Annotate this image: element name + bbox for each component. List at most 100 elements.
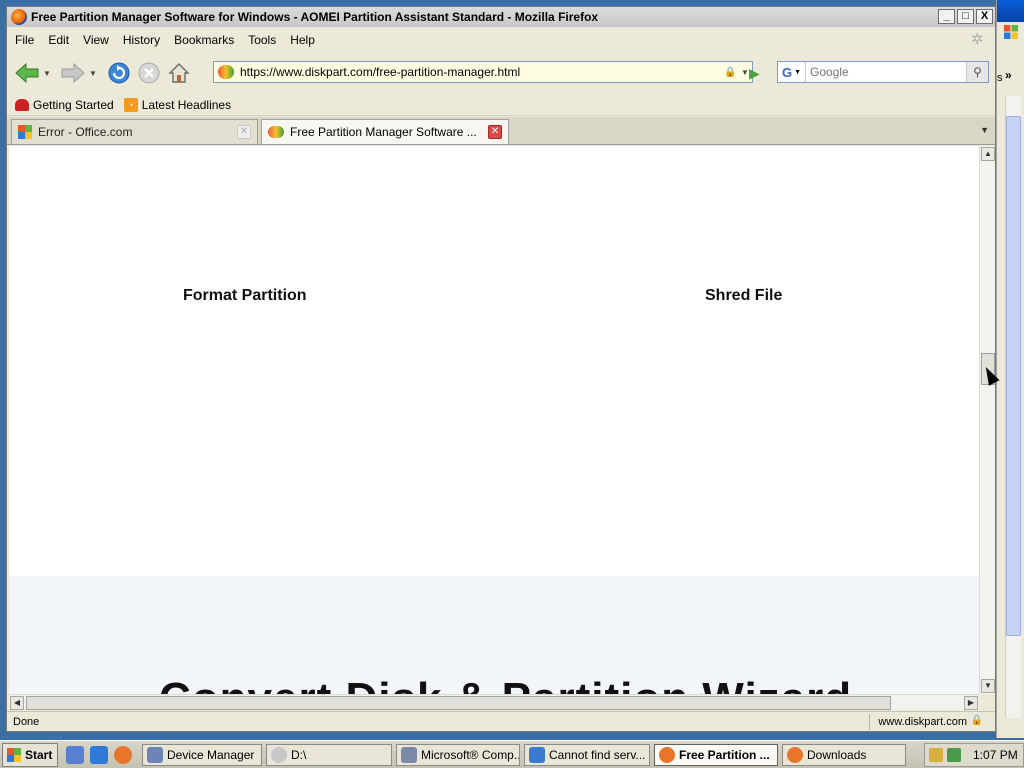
lock-icon[interactable]: 🔒 xyxy=(724,67,738,78)
shred-file-label[interactable]: Shred File xyxy=(705,287,782,305)
tray-network-icon[interactable] xyxy=(947,748,961,762)
chevron-down-icon: ▼ xyxy=(794,68,802,76)
task-label: D:\ xyxy=(291,747,307,762)
menu-bookmarks[interactable]: Bookmarks xyxy=(174,33,234,47)
home-icon xyxy=(168,63,190,83)
internet-explorer-icon xyxy=(529,746,545,763)
tray-tool-icon[interactable] xyxy=(929,748,943,762)
firefox-icon[interactable] xyxy=(114,745,132,764)
task-downloads[interactable]: Downloads xyxy=(782,743,906,766)
menu-view[interactable]: View xyxy=(83,33,109,47)
back-button[interactable] xyxy=(13,59,41,87)
back-history-dropdown-icon[interactable]: ▼ xyxy=(43,69,53,78)
background-window-scrollbar[interactable] xyxy=(1005,96,1021,718)
start-label: Start xyxy=(25,747,53,762)
tab-error-office[interactable]: Error - Office.com ✕ xyxy=(11,119,258,144)
vertical-scrollbar[interactable]: ▲ ▼ xyxy=(979,146,995,694)
scroll-right-icon[interactable]: ▶ xyxy=(964,696,978,710)
background-scroll-thumb[interactable] xyxy=(1006,116,1021,636)
task-free-partition[interactable]: Free Partition ... xyxy=(654,743,778,766)
maximize-button[interactable]: □ xyxy=(957,9,974,24)
window-controls: _ □ X xyxy=(938,9,993,24)
tab-list-dropdown-icon[interactable]: ▼ xyxy=(980,125,989,135)
reload-button[interactable] xyxy=(105,59,133,87)
firefox-icon xyxy=(787,746,803,763)
stop-button[interactable] xyxy=(135,59,163,87)
page-content: Format Partition Shred File Convert Disk… xyxy=(9,146,979,694)
horizontal-scroll-thumb[interactable] xyxy=(26,696,891,710)
task-label: Device Manager xyxy=(167,747,255,762)
status-site[interactable]: www.diskpart.com xyxy=(869,714,967,730)
bookmark-label: Latest Headlines xyxy=(141,97,232,112)
status-bar: Done www.diskpart.com 🔒 xyxy=(7,711,995,731)
scroll-left-icon[interactable]: ◀ xyxy=(10,696,24,710)
navigation-toolbar: ▼ ▼ https://www.diskpart.com/free-partit… xyxy=(7,53,995,93)
task-device-manager[interactable]: Device Manager xyxy=(142,743,262,766)
computer-management-icon xyxy=(401,746,417,763)
tab-close-icon[interactable]: ✕ xyxy=(488,125,502,139)
tab-close-icon[interactable]: ✕ xyxy=(237,125,251,139)
format-partition-label[interactable]: Format Partition xyxy=(183,287,307,305)
tab-bar: Error - Office.com ✕ Free Partition Mana… xyxy=(7,117,995,145)
task-cannot-find-server[interactable]: Cannot find serv... xyxy=(524,743,650,766)
home-button[interactable] xyxy=(165,59,193,87)
bookmark-getting-started[interactable]: Getting Started xyxy=(15,98,114,112)
search-input[interactable] xyxy=(806,63,966,81)
tab-label: Free Partition Manager Software ... xyxy=(290,125,477,139)
tab-label: Error - Office.com xyxy=(38,125,133,139)
start-button[interactable]: Start xyxy=(2,742,58,767)
windows-logo-icon xyxy=(7,747,21,762)
address-bar[interactable]: https://www.diskpart.com/free-partition-… xyxy=(213,61,753,83)
task-microsoft-comp[interactable]: Microsoft® Comp... xyxy=(396,743,520,766)
task-label: Downloads xyxy=(807,747,867,762)
search-icon[interactable]: ⚲ xyxy=(966,62,988,82)
menu-file[interactable]: File xyxy=(15,33,34,47)
site-favicon-icon xyxy=(218,65,234,79)
menu-bar: File Edit View History Bookmarks Tools H… xyxy=(7,28,995,52)
internet-explorer-icon[interactable] xyxy=(90,745,108,764)
stop-icon xyxy=(138,62,160,84)
window-title: Free Partition Manager Software for Wind… xyxy=(31,10,599,24)
drive-icon xyxy=(271,746,287,763)
scroll-up-icon[interactable]: ▲ xyxy=(981,147,995,161)
search-bar: G▼ ⚲ xyxy=(777,61,989,83)
menu-tools[interactable]: Tools xyxy=(248,33,276,47)
menu-history[interactable]: History xyxy=(123,33,160,47)
task-label: Microsoft® Comp... xyxy=(421,747,520,762)
bookmark-latest-headlines[interactable]: ◔ Latest Headlines xyxy=(123,97,232,112)
forward-button[interactable] xyxy=(59,59,87,87)
background-window-text-fragment: s xyxy=(997,72,1003,84)
close-button[interactable]: X xyxy=(976,9,993,24)
quick-launch xyxy=(66,745,132,764)
minimize-button[interactable]: _ xyxy=(938,9,955,24)
chevron-icon[interactable]: » xyxy=(1005,68,1012,82)
forward-history-dropdown-icon[interactable]: ▼ xyxy=(89,69,99,78)
show-desktop-icon[interactable] xyxy=(66,745,84,764)
horizontal-scrollbar[interactable]: ◀ ▶ xyxy=(9,694,979,710)
task-label: Free Partition ... xyxy=(679,747,770,762)
background-window: s » xyxy=(996,0,1024,738)
menu-edit[interactable]: Edit xyxy=(48,33,69,47)
status-text: Done xyxy=(13,715,40,728)
url-text[interactable]: https://www.diskpart.com/free-partition-… xyxy=(240,65,724,79)
site-favicon-icon xyxy=(268,126,284,138)
system-tray: 1:07 PM xyxy=(924,743,1024,767)
microsoft-logo-icon xyxy=(18,125,32,139)
firefox-bookmark-icon xyxy=(15,98,29,111)
background-window-titlebar xyxy=(997,0,1024,22)
task-drive-d[interactable]: D:\ xyxy=(266,743,392,766)
go-button[interactable]: ▶ xyxy=(749,65,760,82)
scroll-down-icon[interactable]: ▼ xyxy=(981,679,995,693)
firefox-icon xyxy=(659,746,675,763)
menu-help[interactable]: Help xyxy=(290,33,315,47)
section-heading: Convert Disk & Partition Wizard xyxy=(159,674,852,694)
taskbar: Start Device Manager D:\ Microsoft® Comp… xyxy=(0,740,1024,768)
tab-free-partition-manager[interactable]: Free Partition Manager Software ... ✕ xyxy=(261,119,509,144)
search-engine-selector[interactable]: G ▼ xyxy=(778,62,806,82)
clock[interactable]: 1:07 PM xyxy=(973,748,1018,762)
task-label: Cannot find serv... xyxy=(549,747,646,762)
bookmarks-toolbar: Getting Started ◔ Latest Headlines xyxy=(7,94,995,116)
reload-icon xyxy=(108,62,130,84)
title-bar[interactable]: Free Partition Manager Software for Wind… xyxy=(7,7,995,27)
lock-icon[interactable]: 🔒 xyxy=(971,715,983,726)
